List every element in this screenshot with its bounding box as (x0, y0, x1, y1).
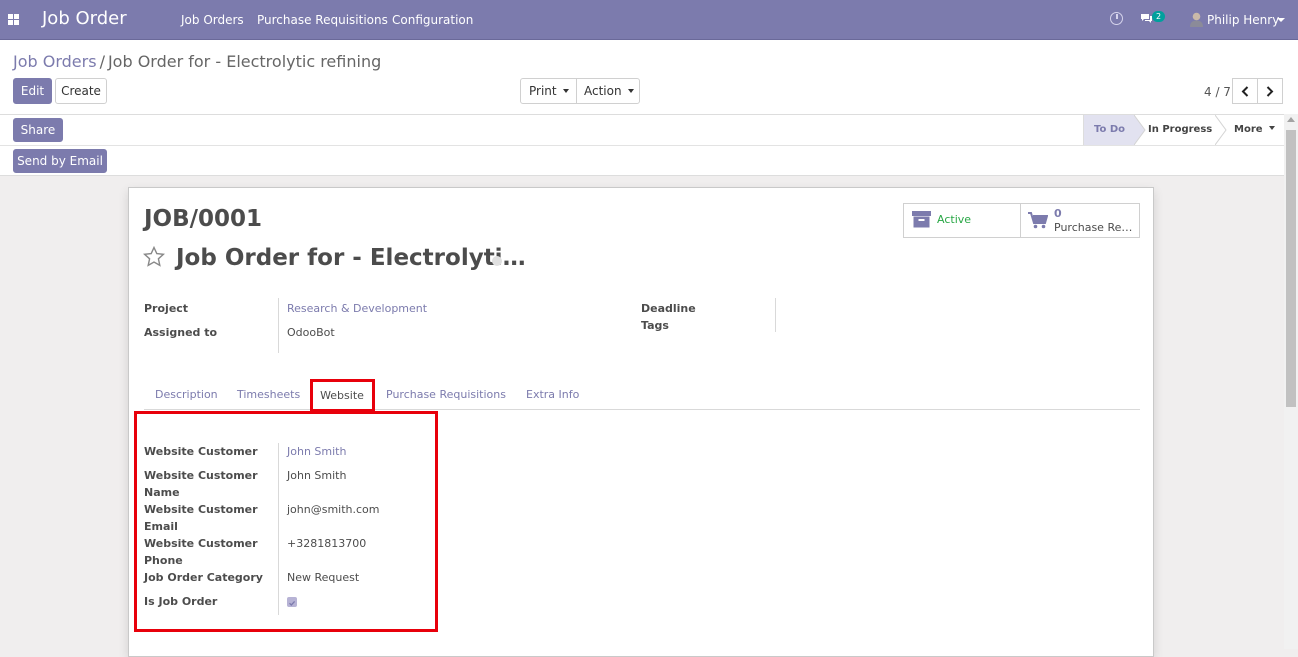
website-tab-highlight (310, 379, 375, 412)
breadcrumb: Job Orders / Job Order for - Electrolytic … (13, 52, 381, 71)
pager-previous-button[interactable] (1232, 78, 1258, 104)
active-label: Active (937, 213, 972, 226)
chevron-right-icon (1266, 86, 1274, 97)
clock-icon[interactable] (1110, 12, 1123, 25)
top-navbar: Job Order Job Orders Purchase Requisitio… (0, 0, 1298, 40)
avatar[interactable] (1190, 12, 1203, 27)
stage-to-do[interactable]: To Do (1083, 115, 1135, 145)
project-label: Project (144, 302, 189, 315)
record-title[interactable]: Job Order for - Electrolyti… (176, 245, 526, 271)
pager-value[interactable]: 4 / 7 (1204, 85, 1231, 99)
user-menu[interactable]: Philip Henry (1207, 13, 1279, 27)
purchase-count: 0 (1054, 207, 1062, 220)
assigned-to-value[interactable]: OdooBot (287, 326, 335, 339)
caret-down-icon (1268, 126, 1275, 130)
control-panel: Job Orders / Job Order for - Electrolytic … (0, 40, 1298, 114)
action-dropdown[interactable]: Action (584, 79, 634, 103)
chat-icon[interactable] (1140, 13, 1153, 24)
page-scrollbar[interactable] (1284, 114, 1298, 649)
create-button[interactable]: Create (55, 78, 107, 104)
record-reference: JOB/0001 (144, 206, 263, 232)
breadcrumb-current: Job Order for - Electrolytic refining (107, 52, 382, 71)
stage-more-label: More (1234, 124, 1263, 135)
pager-next-button[interactable] (1257, 78, 1283, 104)
menu-job-orders[interactable]: Job Orders (181, 13, 244, 27)
print-dropdown[interactable]: Print (529, 79, 569, 103)
caret-down-icon (562, 89, 569, 93)
tab-extra-info[interactable]: Extra Info (526, 380, 579, 410)
notebook-tabs: Description Timesheets Website Purchase … (144, 380, 1140, 410)
print-action-group: Print Action (520, 78, 640, 104)
action-label: Action (584, 84, 622, 98)
stage-more-dropdown[interactable]: More (1234, 115, 1275, 145)
chevron-left-icon (1241, 86, 1249, 97)
tags-label: Tags (641, 319, 669, 332)
menu-purchase-requisitions[interactable]: Purchase Requisitions (257, 13, 388, 27)
star-icon[interactable] (143, 246, 165, 267)
kanban-state-icon[interactable] (492, 256, 502, 266)
form-statusbar: Share Send by Email To Do In Progress Mo… (0, 114, 1298, 176)
menu-configuration[interactable]: Configuration (392, 13, 473, 27)
website-fields-highlight (134, 411, 438, 632)
chat-count-badge: 2 (1152, 11, 1166, 22)
stage-in-progress[interactable]: In Progress (1148, 115, 1212, 145)
tab-purchase-requisitions[interactable]: Purchase Requisitions (386, 380, 506, 410)
breadcrumb-separator: / (99, 52, 105, 71)
assigned-to-label: Assigned to (144, 326, 218, 339)
scroll-thumb[interactable] (1286, 130, 1296, 407)
purchase-label: Purchase Re… (1054, 221, 1133, 234)
tab-description[interactable]: Description (155, 380, 218, 410)
print-label: Print (529, 84, 557, 98)
edit-button[interactable]: Edit (13, 78, 52, 104)
stage-separator-icon (1215, 115, 1227, 145)
apps-menu-icon[interactable] (8, 14, 19, 25)
archive-icon (912, 211, 931, 228)
cart-icon (1028, 212, 1048, 229)
tab-timesheets[interactable]: Timesheets (237, 380, 300, 410)
breadcrumb-parent[interactable]: Job Orders (13, 52, 97, 71)
share-button[interactable]: Share (13, 118, 63, 142)
project-value[interactable]: Research & Development (287, 302, 427, 315)
deadline-label: Deadline (641, 302, 696, 315)
scroll-up-icon[interactable] (1287, 117, 1295, 122)
app-title: Job Order (42, 8, 127, 29)
purchase-requisitions-smart-button[interactable]: 0 Purchase Re… (1021, 204, 1139, 237)
smart-buttons: Active 0 Purchase Re… (903, 203, 1140, 238)
send-by-email-button[interactable]: Send by Email (13, 149, 107, 173)
caret-down-icon (627, 89, 634, 93)
stage-separator-icon (1134, 115, 1146, 145)
active-toggle-button[interactable]: Active (904, 204, 1021, 237)
user-menu-caret-icon[interactable] (1277, 18, 1285, 22)
